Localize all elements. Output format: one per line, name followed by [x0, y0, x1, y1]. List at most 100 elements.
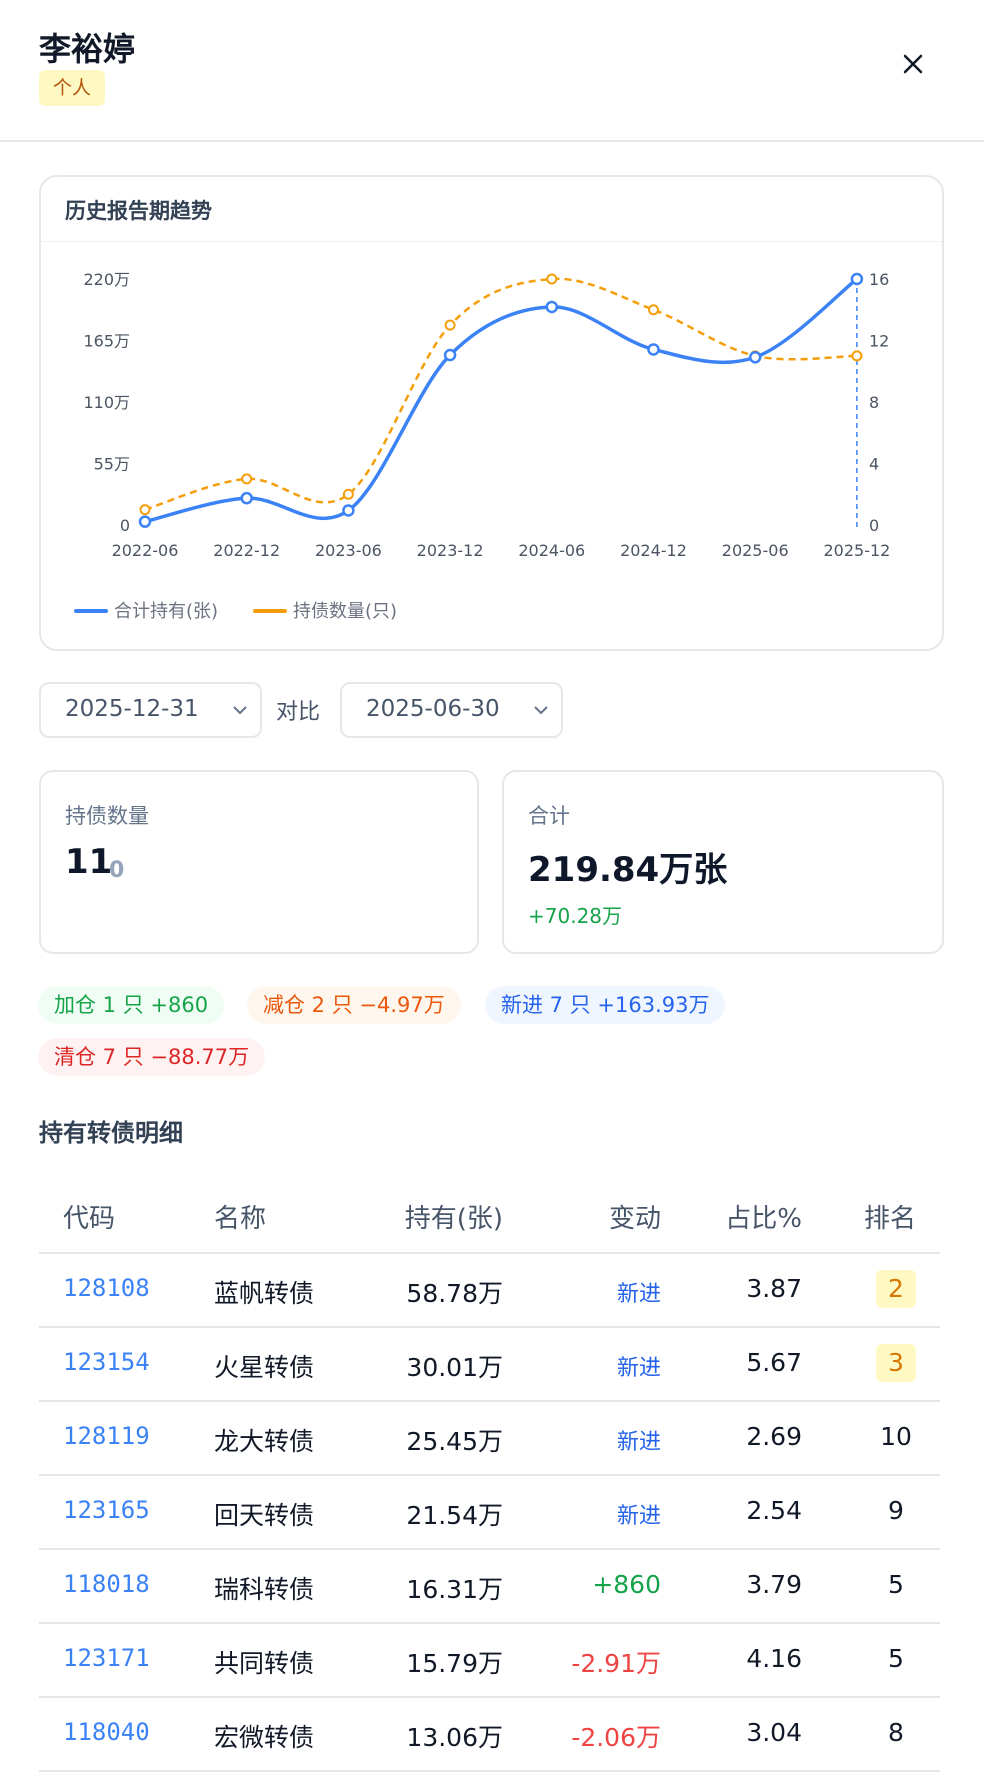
bond-name: 瑞科转债 — [214, 1575, 315, 1604]
compare-label: 对比 — [276, 700, 321, 725]
bond-change: -2.91万 — [571, 1649, 661, 1678]
bond-code-link[interactable]: 118018 — [63, 1570, 150, 1598]
report-period-select[interactable]: 2025-12-31 — [39, 682, 262, 738]
total-hold-point — [342, 504, 355, 517]
col-hold: 持有(张) — [404, 1204, 503, 1234]
x-tick: 2025-06 — [722, 541, 789, 560]
bond-pct: 4.16 — [746, 1644, 802, 1673]
col-rank: 排名 — [863, 1204, 916, 1234]
chevron-down-icon — [534, 706, 548, 715]
detail-title: 持有转债明细 — [39, 1119, 183, 1147]
bond-rank: 10 — [880, 1422, 912, 1451]
bond-hold: 21.54万 — [406, 1501, 503, 1530]
bond-change: 新进 — [616, 1504, 661, 1529]
bond-hold: 25.45万 — [406, 1427, 503, 1456]
bond-pct: 2.54 — [746, 1496, 802, 1525]
total-hold-point — [138, 515, 152, 528]
bond-pct: 5.67 — [746, 1348, 802, 1377]
bond-rank: 3 — [876, 1344, 916, 1382]
trend-chart: 220万 165万 110万 55万 0 16 12 8 4 0 2022-06 2022-12 202… — [74, 270, 890, 622]
y-left-tick: 165万 — [83, 332, 130, 351]
x-tick: 2023-12 — [417, 541, 484, 560]
bond-pct: 2.69 — [746, 1422, 802, 1451]
bond-code-link[interactable]: 128108 — [63, 1274, 150, 1302]
table-row[interactable]: 118040 宏微转债 13.06万 -2.06万 3.04 8 — [39, 1698, 940, 1772]
bond-change: 新进 — [616, 1282, 661, 1307]
bond-count-point — [648, 304, 659, 316]
change-pill-reduce: 减仓 2 只 −4.97万 — [247, 986, 461, 1024]
table-row[interactable]: 123165 回天转债 21.54万 新进 2.54 9 — [39, 1476, 940, 1550]
bond-hold: 15.79万 — [406, 1649, 503, 1678]
bond-rank: 2 — [876, 1270, 916, 1308]
total-label: 合计 — [528, 804, 570, 828]
bond-code-link[interactable]: 123154 — [63, 1348, 150, 1376]
bond-code-link[interactable]: 118040 — [63, 1718, 150, 1746]
bond-hold: 16.31万 — [406, 1575, 503, 1604]
bond-name: 火星转债 — [214, 1353, 315, 1382]
chevron-down-icon — [233, 706, 247, 715]
bond-name: 宏微转债 — [214, 1723, 315, 1752]
y-right-tick: 0 — [869, 516, 879, 535]
x-tick: 2024-06 — [518, 541, 585, 560]
holdings-table: 代码 名称 持有(张) 变动 占比% 排名 128108 蓝帆转债 58.78万 新进… — [39, 1180, 940, 1772]
bond-rank: 8 — [888, 1718, 904, 1747]
y-right-tick: 8 — [869, 393, 879, 412]
bond-count-card: 持债数量 11 0 — [39, 770, 479, 954]
report-period-value: 2025-12-31 — [65, 696, 199, 722]
bond-code-link[interactable]: 128119 — [63, 1422, 150, 1450]
bond-change: -2.06万 — [571, 1723, 661, 1752]
x-tick: 2023-06 — [315, 541, 382, 560]
bond-count-point — [342, 488, 354, 500]
change-pill-clear: 清仓 7 只 −88.77万 — [38, 1038, 266, 1076]
table-row[interactable]: 128119 龙大转债 25.45万 新进 2.69 10 — [39, 1402, 940, 1476]
table-row[interactable]: 118018 瑞科转债 16.31万 +860 3.79 5 — [39, 1550, 940, 1624]
bond-name: 回天转债 — [214, 1501, 315, 1530]
bond-rank: 5 — [888, 1570, 904, 1599]
holder-name: 李裕婷 — [39, 30, 136, 68]
total-value: 219.84万张 — [528, 850, 728, 890]
bond-count-point — [851, 350, 863, 362]
bond-count-value: 11 — [65, 842, 113, 882]
compare-period-select[interactable]: 2025-06-30 — [340, 682, 563, 738]
change-pill-add: 加仓 1 只 +860 — [38, 986, 225, 1024]
table-row[interactable]: 123154 火星转债 30.01万 新进 5.67 3 — [39, 1328, 940, 1402]
bond-count-point — [241, 473, 253, 485]
bond-name: 龙大转债 — [214, 1427, 315, 1456]
y-right-tick: 12 — [869, 332, 889, 351]
legend-label-total: 合计持有(张) — [114, 601, 218, 622]
bond-count-point — [546, 273, 558, 285]
series-total-hold-line — [144, 277, 858, 524]
bond-code-link[interactable]: 123165 — [63, 1496, 150, 1524]
x-tick: 2025-12 — [823, 541, 890, 560]
bond-change: 新进 — [616, 1430, 661, 1455]
bond-count-point — [139, 504, 151, 516]
bond-count-delta: 0 — [109, 858, 125, 883]
y-right-tick: 4 — [869, 455, 879, 474]
y-right-tick: 16 — [869, 270, 889, 289]
total-hold-point — [240, 491, 253, 505]
series-bond-count-line — [144, 277, 857, 511]
bond-count-label: 持债数量 — [65, 804, 149, 828]
bond-hold: 13.06万 — [406, 1723, 503, 1752]
bond-name: 共同转债 — [214, 1649, 315, 1678]
bond-code-link[interactable]: 123171 — [63, 1644, 150, 1672]
col-pct: 占比% — [725, 1204, 802, 1234]
col-change: 变动 — [608, 1204, 661, 1234]
y-left-tick: 220万 — [83, 270, 130, 289]
change-pill-new: 新进 7 只 +163.93万 — [485, 986, 726, 1024]
total-hold-point — [748, 351, 762, 364]
bond-rank: 5 — [888, 1644, 904, 1673]
table-row[interactable]: 123171 共同转债 15.79万 -2.91万 4.16 5 — [39, 1624, 940, 1698]
total-delta: +70.28万 — [528, 904, 623, 928]
col-code: 代码 — [63, 1204, 116, 1234]
bond-pct: 3.04 — [746, 1718, 802, 1747]
bond-hold: 30.01万 — [406, 1353, 503, 1382]
total-card: 合计 219.84万张 +70.28万 — [502, 770, 944, 954]
bond-pct: 3.87 — [746, 1274, 802, 1303]
table-row[interactable]: 128108 蓝帆转债 58.78万 新进 3.87 2 — [39, 1254, 940, 1328]
bond-change: 新进 — [616, 1356, 661, 1381]
x-tick: 2022-12 — [213, 541, 280, 560]
close-icon[interactable] — [893, 44, 933, 84]
bond-hold: 58.78万 — [406, 1279, 503, 1308]
legend-label-count: 持债数量(只) — [293, 601, 397, 622]
